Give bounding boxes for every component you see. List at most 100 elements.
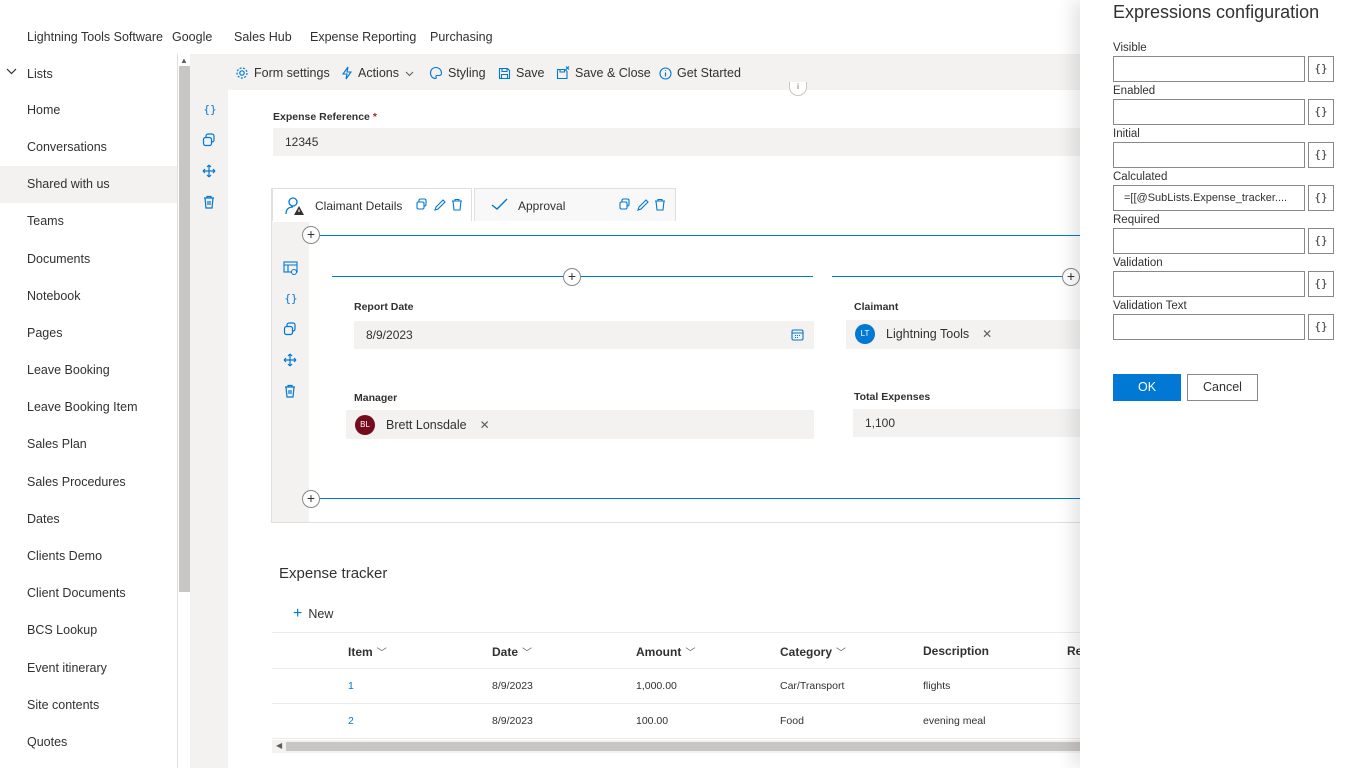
save-and-close-button[interactable]: Save & Close xyxy=(556,64,651,82)
add-field-button[interactable]: + xyxy=(1062,268,1080,286)
nav-item-shared-with-us[interactable]: Shared with us xyxy=(0,166,177,203)
validation-text-input[interactable] xyxy=(1113,314,1305,340)
cell-item[interactable]: 1 xyxy=(348,680,354,692)
cell-description: flights xyxy=(923,680,951,692)
form-settings-label: Form settings xyxy=(254,66,330,80)
expressions-configuration-panel: Expressions configuration Visible {} Ena… xyxy=(1080,0,1366,768)
column-header-amount[interactable]: Amount ﹀ xyxy=(636,644,695,659)
validation-input[interactable] xyxy=(1113,271,1305,297)
manager-label: Manager xyxy=(354,392,398,404)
visible-expression-button[interactable]: {} xyxy=(1308,56,1334,82)
copy-icon[interactable] xyxy=(202,133,218,149)
calculated-input[interactable]: =[[@SubLists.Expense_tracker.... xyxy=(1113,185,1305,211)
nav-item-documents[interactable]: Documents xyxy=(0,241,177,278)
nav-link-google[interactable]: Google xyxy=(172,30,212,44)
cell-item[interactable]: 2 xyxy=(348,715,354,727)
copy-icon[interactable] xyxy=(283,322,299,338)
nav-item-leave-booking-item[interactable]: Leave Booking Item xyxy=(0,389,177,426)
tab-tools xyxy=(619,198,669,215)
nav-item-event-itinerary[interactable]: Event itinerary xyxy=(0,650,177,687)
horizontal-scrollbar[interactable]: ◀ xyxy=(272,740,1080,753)
enabled-input[interactable] xyxy=(1113,99,1305,125)
column-header-label: Item xyxy=(348,645,373,659)
nav-item-site-contents[interactable]: Site contents xyxy=(0,687,177,724)
left-navigation: Lists Home Conversations Shared with us … xyxy=(0,54,177,768)
tab-claimant-details-label: Claimant Details xyxy=(315,199,403,213)
remove-manager-icon[interactable]: ✕ xyxy=(480,418,490,432)
column-header-label: Description xyxy=(923,644,990,658)
table-row[interactable]: 1 8/9/2023 1,000.00 Car/Transport flight… xyxy=(272,669,1080,704)
required-input[interactable] xyxy=(1113,228,1305,254)
scrollbar-thumb[interactable] xyxy=(286,742,1080,751)
tab-claimant-details[interactable]: Claimant Details xyxy=(272,188,472,221)
remove-claimant-icon[interactable]: ✕ xyxy=(982,327,992,341)
scrollbar-thumb[interactable] xyxy=(179,66,190,592)
cancel-button[interactable]: Cancel xyxy=(1187,374,1258,401)
move-icon[interactable] xyxy=(202,164,218,180)
nav-link-sales-hub[interactable]: Sales Hub xyxy=(234,30,292,44)
expression-icon[interactable]: {} xyxy=(283,291,299,307)
new-item-button[interactable]: + New xyxy=(293,605,333,623)
chevron-down-icon xyxy=(6,66,17,77)
column-divider xyxy=(832,276,1080,277)
report-date-value: 8/9/2023 xyxy=(366,328,413,342)
nav-item-sales-plan[interactable]: Sales Plan xyxy=(0,426,177,463)
nav-item-dates[interactable]: Dates xyxy=(0,501,177,538)
layout-icon[interactable] xyxy=(283,261,299,277)
delete-icon[interactable] xyxy=(283,384,299,400)
nav-item-home[interactable]: Home xyxy=(0,92,177,129)
nav-item-teams[interactable]: Teams xyxy=(0,203,177,240)
ok-button[interactable]: OK xyxy=(1113,374,1181,401)
expense-reference-field[interactable]: 12345 xyxy=(273,128,1080,156)
column-header-description[interactable]: Description xyxy=(923,644,989,658)
enabled-label: Enabled xyxy=(1113,85,1156,97)
scroll-up-icon[interactable]: ▲ xyxy=(180,56,188,65)
column-header-date[interactable]: Date ﹀ xyxy=(492,644,532,659)
nav-item-pages[interactable]: Pages xyxy=(0,315,177,352)
nav-item-bcs-lookup[interactable]: BCS Lookup xyxy=(0,612,177,649)
add-section-button[interactable]: + xyxy=(302,226,320,244)
move-icon[interactable] xyxy=(283,353,299,369)
enabled-expression-button[interactable]: {} xyxy=(1308,99,1334,125)
nav-link-purchasing[interactable]: Purchasing xyxy=(430,30,493,44)
lists-header[interactable]: Lists xyxy=(0,66,177,82)
save-button[interactable]: Save xyxy=(498,64,545,82)
get-started-button[interactable]: Get Started xyxy=(659,64,741,82)
save-label: Save xyxy=(516,66,545,80)
visible-input[interactable] xyxy=(1113,56,1305,82)
scroll-left-icon[interactable]: ◀ xyxy=(276,741,282,750)
calendar-icon[interactable] xyxy=(791,328,804,341)
initial-input[interactable] xyxy=(1113,142,1305,168)
nav-item-sales-procedures[interactable]: Sales Procedures xyxy=(0,464,177,501)
nav-item-conversations[interactable]: Conversations xyxy=(0,129,177,166)
total-expenses-field[interactable]: 1,100 xyxy=(853,409,1080,437)
actions-button[interactable]: Actions xyxy=(341,64,414,82)
add-section-button[interactable]: + xyxy=(302,490,320,508)
claimant-name: Lightning Tools xyxy=(886,327,970,341)
nav-link-expense-reporting[interactable]: Expense Reporting xyxy=(310,30,416,44)
delete-icon[interactable] xyxy=(202,195,218,211)
calculated-expression-button[interactable]: {} xyxy=(1308,185,1334,211)
expression-icon[interactable]: {} xyxy=(202,102,218,118)
column-header-item[interactable]: Item ﹀ xyxy=(348,644,387,659)
validation-text-expression-button[interactable]: {} xyxy=(1308,314,1334,340)
nav-item-notebook[interactable]: Notebook xyxy=(0,278,177,315)
left-nav-scrollbar[interactable]: ▲ xyxy=(177,54,190,768)
form-settings-button[interactable]: Form settings xyxy=(235,64,330,82)
tab-approval[interactable]: Approval xyxy=(474,188,676,221)
styling-button[interactable]: Styling xyxy=(429,64,486,82)
nav-link-lightning-tools[interactable]: Lightning Tools Software xyxy=(27,30,163,44)
get-started-label: Get Started xyxy=(677,66,741,80)
report-date-field[interactable]: 8/9/2023 xyxy=(354,321,814,349)
palette-icon xyxy=(429,66,443,80)
column-header-category[interactable]: Category ﹀ xyxy=(780,644,846,659)
nav-item-leave-booking[interactable]: Leave Booking xyxy=(0,352,177,389)
table-row[interactable]: 2 8/9/2023 100.00 Food evening meal xyxy=(272,704,1080,739)
nav-item-client-documents[interactable]: Client Documents xyxy=(0,575,177,612)
add-field-button[interactable]: + xyxy=(563,268,581,286)
required-expression-button[interactable]: {} xyxy=(1308,228,1334,254)
nav-item-quotes[interactable]: Quotes xyxy=(0,724,177,761)
validation-expression-button[interactable]: {} xyxy=(1308,271,1334,297)
nav-item-clients-demo[interactable]: Clients Demo xyxy=(0,538,177,575)
initial-expression-button[interactable]: {} xyxy=(1308,142,1334,168)
